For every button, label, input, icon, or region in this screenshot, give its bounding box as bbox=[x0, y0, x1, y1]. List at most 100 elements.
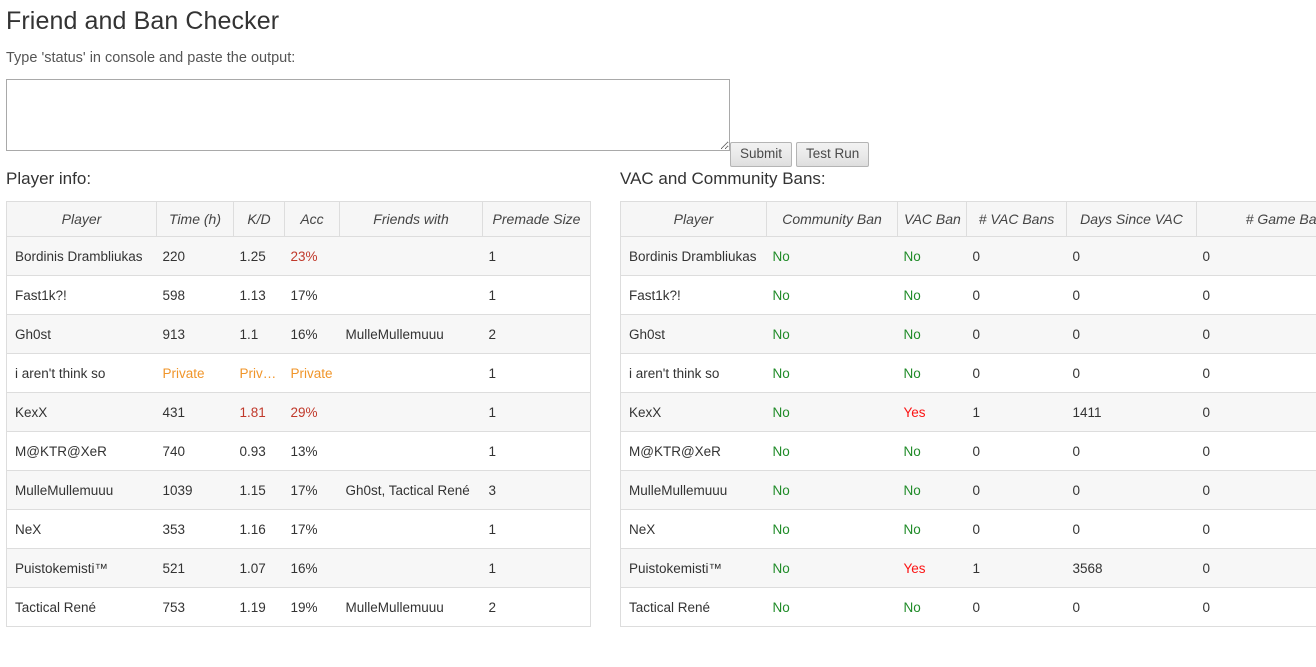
player-name-cell: Bordinis Drambliukas bbox=[620, 236, 767, 276]
table-row: Fast1k?! No No 0 0 0 bbox=[620, 275, 1316, 315]
accuracy-cell: 23% bbox=[284, 236, 340, 276]
friends-with-cell bbox=[339, 236, 483, 276]
col-header-days-since-vac: Days Since VAC bbox=[1066, 201, 1197, 237]
player-info-title: Player info: bbox=[6, 169, 92, 188]
num-game-bans-cell: 0 bbox=[1196, 314, 1316, 354]
num-vac-bans-cell: 1 bbox=[966, 548, 1067, 588]
bans-table-body: Bordinis Drambliukas No No 0 0 0 Fast1k?! No No 0… bbox=[620, 236, 1316, 627]
status-input[interactable] bbox=[6, 79, 730, 151]
accuracy-cell: 16% bbox=[284, 314, 340, 354]
num-vac-bans-cell: 0 bbox=[966, 587, 1067, 627]
community-ban-cell: No bbox=[766, 314, 898, 354]
table-row: Fast1k?! 598 1.13 17% 1 bbox=[6, 275, 591, 315]
player-name-cell: Fast1k?! bbox=[620, 275, 767, 315]
table-row: NeX No No 0 0 0 bbox=[620, 509, 1316, 549]
test-run-button[interactable]: Test Run bbox=[796, 142, 870, 167]
num-game-bans-cell: 0 bbox=[1196, 353, 1316, 393]
vac-ban-cell: No bbox=[897, 587, 967, 627]
accuracy-cell: 29% bbox=[284, 392, 340, 432]
player-info-block: Player info: Player Time (h) K/D Acc Fri… bbox=[6, 169, 591, 627]
table-row: M@KTR@XeR 740 0.93 13% 1 bbox=[6, 431, 591, 471]
days-since-vac-cell: 0 bbox=[1066, 314, 1197, 354]
player-name-cell: Gh0st bbox=[6, 314, 157, 354]
vac-ban-cell: No bbox=[897, 353, 967, 393]
table-row: i aren't think so No No 0 0 0 bbox=[620, 353, 1316, 393]
player-name-cell: NeX bbox=[6, 509, 157, 549]
days-since-vac-cell: 0 bbox=[1066, 236, 1197, 276]
friends-with-cell bbox=[339, 353, 483, 393]
kd-ratio-cell: 1.15 bbox=[233, 470, 285, 510]
time-hours-cell: Private bbox=[156, 353, 234, 393]
bans-title: VAC and Community Bans: bbox=[620, 169, 826, 188]
community-ban-cell: No bbox=[766, 353, 898, 393]
col-header-time: Time (h) bbox=[156, 201, 234, 237]
player-name-cell: NeX bbox=[620, 509, 767, 549]
accuracy-cell: Private bbox=[284, 353, 340, 393]
table-header-row: Player Time (h) K/D Acc Friends with Pre… bbox=[6, 201, 591, 237]
days-since-vac-cell: 1411 bbox=[1066, 392, 1197, 432]
friends-with-cell bbox=[339, 392, 483, 432]
community-ban-cell: No bbox=[766, 236, 898, 276]
num-vac-bans-cell: 0 bbox=[966, 236, 1067, 276]
player-name-cell: Tactical René bbox=[6, 587, 157, 627]
num-game-bans-cell: 0 bbox=[1196, 392, 1316, 432]
time-hours-cell: 521 bbox=[156, 548, 234, 588]
col-header-num-game-bans: # Game Bans bbox=[1196, 201, 1316, 237]
player-name-cell: Puistokemisti™ bbox=[6, 548, 157, 588]
submit-button[interactable]: Submit bbox=[730, 142, 793, 167]
bans-block: VAC and Community Bans: Player Community… bbox=[620, 169, 1316, 627]
table-row: MulleMullemuuu 1039 1.15 17% Gh0st, Tactical… bbox=[6, 470, 591, 510]
table-row: Bordinis Drambliukas No No 0 0 0 bbox=[620, 236, 1316, 276]
premade-size-cell: 1 bbox=[482, 548, 591, 588]
vac-ban-cell: No bbox=[897, 431, 967, 471]
status-form: Submit Test Run bbox=[0, 66, 1316, 167]
friends-with-cell bbox=[339, 548, 483, 588]
col-header-num-vac-bans: # VAC Bans bbox=[966, 201, 1067, 237]
kd-ratio-cell: 1.25 bbox=[233, 236, 285, 276]
accuracy-cell: 17% bbox=[284, 470, 340, 510]
num-vac-bans-cell: 0 bbox=[966, 275, 1067, 315]
num-game-bans-cell: 0 bbox=[1196, 275, 1316, 315]
player-name-cell: M@KTR@XeR bbox=[6, 431, 157, 471]
community-ban-cell: No bbox=[766, 431, 898, 471]
table-row: Puistokemisti™ 521 1.07 16% 1 bbox=[6, 548, 591, 588]
table-row: Tactical René No No 0 0 0 bbox=[620, 587, 1316, 627]
table-row: KexX 431 1.81 29% 1 bbox=[6, 392, 591, 432]
time-hours-cell: 753 bbox=[156, 587, 234, 627]
friends-with-cell: MulleMullemuuu bbox=[339, 587, 483, 627]
accuracy-cell: 17% bbox=[284, 275, 340, 315]
kd-ratio-cell: 1.19 bbox=[233, 587, 285, 627]
vac-ban-cell: No bbox=[897, 470, 967, 510]
player-name-cell: Gh0st bbox=[620, 314, 767, 354]
vac-ban-cell: No bbox=[897, 509, 967, 549]
community-ban-cell: No bbox=[766, 587, 898, 627]
community-ban-cell: No bbox=[766, 470, 898, 510]
table-row: KexX No Yes 1 1411 0 bbox=[620, 392, 1316, 432]
bans-table: Player Community Ban VAC Ban # VAC Bans … bbox=[620, 201, 1316, 627]
num-vac-bans-cell: 0 bbox=[966, 470, 1067, 510]
time-hours-cell: 1039 bbox=[156, 470, 234, 510]
vac-ban-cell: Yes bbox=[897, 548, 967, 588]
days-since-vac-cell: 0 bbox=[1066, 353, 1197, 393]
days-since-vac-cell: 0 bbox=[1066, 587, 1197, 627]
player-name-cell: MulleMullemuuu bbox=[6, 470, 157, 510]
player-name-cell: Tactical René bbox=[620, 587, 767, 627]
col-header-kd: K/D bbox=[233, 201, 285, 237]
player-name-cell: i aren't think so bbox=[620, 353, 767, 393]
vac-ban-cell: No bbox=[897, 236, 967, 276]
friends-with-cell bbox=[339, 431, 483, 471]
col-header-acc: Acc bbox=[284, 201, 340, 237]
kd-ratio-cell: Private bbox=[233, 353, 285, 393]
community-ban-cell: No bbox=[766, 392, 898, 432]
table-row: Gh0st 913 1.1 16% MulleMullemuuu 2 bbox=[6, 314, 591, 354]
col-header-community-ban: Community Ban bbox=[766, 201, 898, 237]
premade-size-cell: 3 bbox=[482, 470, 591, 510]
num-vac-bans-cell: 0 bbox=[966, 353, 1067, 393]
premade-size-cell: 1 bbox=[482, 353, 591, 393]
table-row: MulleMullemuuu No No 0 0 0 bbox=[620, 470, 1316, 510]
days-since-vac-cell: 3568 bbox=[1066, 548, 1197, 588]
bans-table-head: Player Community Ban VAC Ban # VAC Bans … bbox=[620, 201, 1316, 237]
table-row: i aren't think so Private Private Private 1 bbox=[6, 353, 591, 393]
friends-with-cell bbox=[339, 509, 483, 549]
player-info-table-body: Bordinis Drambliukas 220 1.25 23% 1 Fast1k?! 5… bbox=[6, 236, 591, 627]
